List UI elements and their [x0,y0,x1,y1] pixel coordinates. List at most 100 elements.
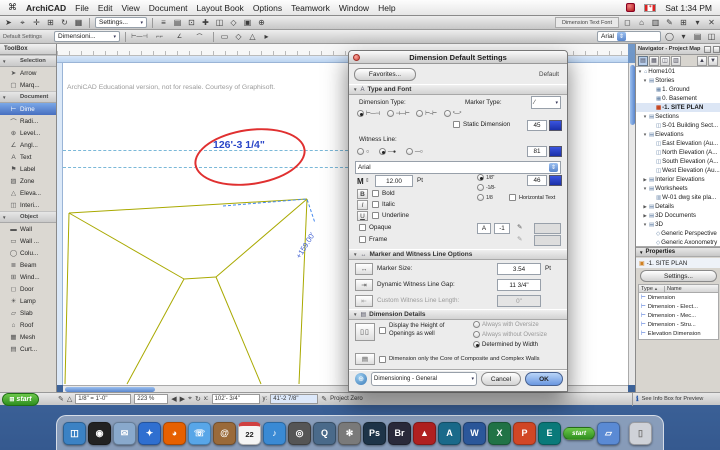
dimension-style-button[interactable]: ⌒ [191,32,208,41]
toolbar-icon[interactable]: ⊞ [678,18,689,27]
opaque-font-box[interactable]: A [477,223,491,234]
menubar-item[interactable]: File [75,3,89,13]
disclosure-triangle[interactable]: ▶ [642,204,648,210]
checkbox-icon[interactable] [372,190,379,197]
dialog-titlebar[interactable]: Dimension Default Settings [349,51,567,64]
checkbox-icon[interactable] [379,356,386,363]
text-position-option[interactable]: -1/8- [477,183,496,192]
dock-icon-system-preferences[interactable]: ✻ [338,421,361,445]
text-position-option[interactable]: 1/8" [477,173,495,182]
pen-number-field[interactable]: 46 [527,175,547,186]
properties-table-row[interactable]: ⊢ Dimension [639,293,718,302]
pen-color-swatch[interactable] [549,175,562,186]
dock-icon-dashboard[interactable]: ◉ [88,421,111,445]
toolbar-icon[interactable]: ↻ [59,18,70,27]
toolbar-icon[interactable]: ◯ [664,32,675,41]
keyboard-layout-flag-icon[interactable] [644,3,657,12]
oversize-option[interactable]: Always with Oversize [473,320,547,329]
toolbox-item[interactable]: ◻ Door [0,283,56,295]
horizontal-text-checkbox-row[interactable]: Horizontal Text [509,194,555,201]
parallels-status-icon[interactable] [626,3,636,12]
dock-icon-word[interactable]: W [463,421,486,445]
navigator-settings-button[interactable]: Settings... [640,270,717,282]
menubar-item[interactable]: Document [149,3,188,13]
ok-button[interactable]: OK [525,372,563,386]
frame-color-box[interactable] [534,235,561,246]
toolbox-item[interactable]: ◯ Colu... [0,247,56,259]
menubar-item[interactable]: View [122,3,140,13]
disclosure-triangle[interactable]: ▼ [637,69,643,74]
toolbar-icon[interactable]: ✛ [31,18,42,27]
dock-icon-quicktime[interactable]: Q [313,421,336,445]
toolbar-icon[interactable]: ▾ [678,32,689,41]
toolbar-icon[interactable]: ▥ [650,18,661,27]
menubar-item[interactable]: ArchiCAD [26,3,66,13]
current-view-row[interactable]: ▣ -1. SITE PLAN [636,258,720,268]
navigator-map-button[interactable]: ◫ [660,55,670,66]
toolbar-icon[interactable]: ▤ [692,32,703,41]
section-dimension-details[interactable]: ▼ ▤ Dimension Details [349,309,567,320]
navigator-map-button[interactable]: ▤ [638,55,648,66]
menubar-item[interactable]: Help [378,3,395,13]
dock-icon-address-book[interactable]: @ [213,421,236,445]
toolbar-icon[interactable]: ⊡ [186,18,197,27]
dock-icon-powerpoint[interactable]: P [513,421,536,445]
navigator-tree-item[interactable]: ▶ ▤ 3D Documents [636,211,720,220]
cancel-button[interactable]: Cancel [481,372,521,386]
dock-icon-bridge[interactable]: Br [388,421,411,445]
toolbar-icon[interactable]: ◫ [706,32,717,41]
dimension-type-option[interactable]: °—° [443,109,461,118]
navigator-tree-item[interactable]: ▼ ⌂ Home101 [636,67,720,76]
properties-table-row[interactable]: ⊢ Dimension - Stru... [639,320,718,329]
toolbox-item[interactable]: ◫ Interi... [0,199,56,211]
menubar-item[interactable]: Teamwork [291,3,330,13]
navigator-down-button[interactable]: ▼ [708,55,718,66]
checkbox-icon[interactable] [509,194,516,201]
column-header-name[interactable]: Name [665,286,682,292]
toolbox-item[interactable]: ➤ Arrow [0,67,56,79]
pen-number-field[interactable]: 81 [527,146,547,157]
toolbox-item[interactable]: ⌂ Roof [0,319,56,331]
toolbox-item[interactable]: ⌒ Radi... [0,115,56,127]
stepper-icon[interactable]: ⇕ [617,32,627,41]
menubar-item[interactable]: Options [253,3,282,13]
apple-menu-icon[interactable]: ⌘ [8,2,17,13]
pen-color-swatch[interactable] [549,120,562,131]
dock-icon-parallels-start[interactable]: start [563,426,595,440]
toolbox-item[interactable]: A Text [0,151,56,163]
dock-icon-documents-folder[interactable]: ▱ [597,421,620,445]
toolbar-icon[interactable]: ⊕ [256,18,267,27]
navigator-tree-item[interactable]: ◫ East Elevation (Au... [636,139,720,148]
forward-arrow-icon[interactable]: ▶ [180,395,185,403]
navigator-tree-item[interactable]: ◫ South Elevation (A... [636,157,720,166]
properties-table-row[interactable]: ⊢ Dimension - Mec... [639,311,718,320]
pen-number-field[interactable]: 45 [527,120,547,131]
rebuild-icon[interactable]: ↻ [195,395,201,403]
pen-color-swatch[interactable] [549,146,562,157]
tracker-icon[interactable]: △ [67,395,72,403]
toolbar-icon[interactable]: ➤ [3,18,14,27]
toolbar-icon[interactable]: ◻ [622,18,633,27]
toolbar-icon[interactable]: ▦ [73,18,84,27]
dock-icon-mail[interactable]: ✉ [113,421,136,445]
toolbox-item[interactable]: ∠ Angl... [0,139,56,151]
toolbar-icon[interactable]: ▭ [219,32,230,41]
start-button[interactable]: ⊞ start [2,393,39,406]
bold-checkbox-row[interactable]: Bold [372,190,395,197]
toolbox-title[interactable]: ToolBox [0,44,56,55]
navigator-tree-item[interactable]: ▦ 0. Basement [636,94,720,103]
toolbox-item[interactable]: ▱ Slab [0,307,56,319]
dimension-style-button[interactable]: ⊢—⊣ [131,33,148,40]
frame-checkbox-row[interactable]: Frame [359,236,387,243]
navigator-map-button[interactable]: ▦ [649,55,659,66]
dock-icon-entourage[interactable]: E [538,421,561,445]
witness-line-option[interactable]: ○ [357,147,369,156]
toolbox-item[interactable]: ▦ Mesh [0,331,56,343]
dock-icon-photoshop[interactable]: Ps [363,421,386,445]
navigator-tree-item[interactable]: ◫ West Elevation (Au... [636,166,720,175]
opaque-color-box[interactable] [534,223,561,234]
checkbox-icon[interactable] [453,121,460,128]
pencil-icon[interactable]: ✎ [58,395,64,403]
toolbox-item[interactable]: ▭ Wall ... [0,235,56,247]
properties-table-row[interactable]: ⊢ Dimension - Elect... [639,302,718,311]
